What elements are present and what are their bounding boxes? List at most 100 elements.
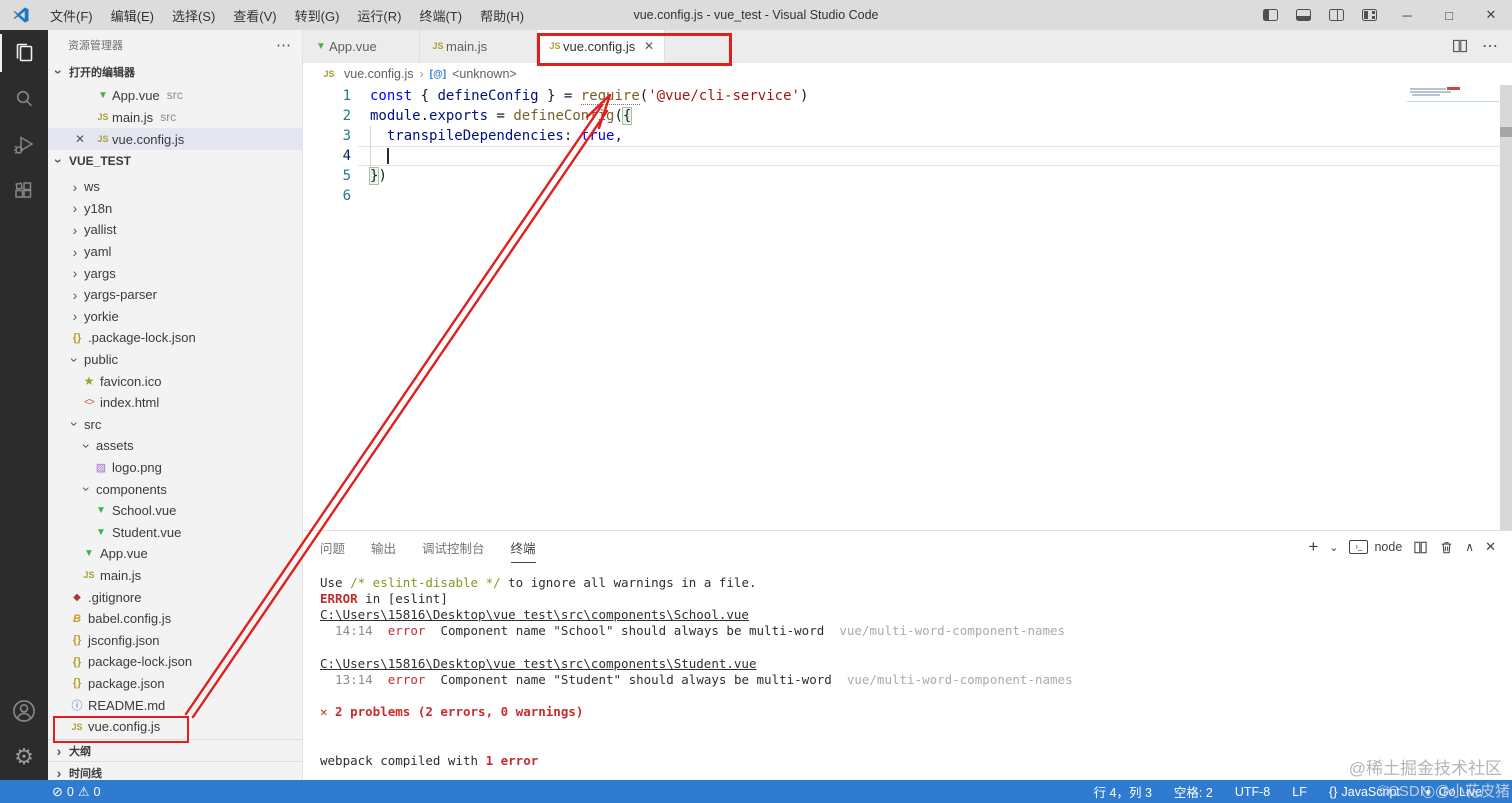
terminal-dropdown-icon[interactable]: ⌄ bbox=[1329, 541, 1338, 554]
tree-item[interactable]: {} package.json bbox=[48, 673, 302, 695]
chevron-down-icon: › bbox=[79, 443, 95, 449]
panel-tab-调试控制台[interactable]: 调试控制台 bbox=[422, 532, 485, 563]
maximize-panel-icon[interactable]: ∧ bbox=[1465, 540, 1474, 554]
menu-item[interactable]: 终端(T) bbox=[410, 9, 471, 24]
chevron-down-icon: › bbox=[51, 158, 67, 164]
tree-item[interactable]: ◆ .gitignore bbox=[48, 586, 302, 608]
new-terminal-icon[interactable]: + bbox=[1308, 537, 1318, 557]
tree-item[interactable]: › src bbox=[48, 414, 302, 436]
tree-item[interactable]: ▼ App.vue bbox=[48, 543, 302, 565]
close-icon[interactable]: ✕ bbox=[75, 132, 94, 146]
breadcrumb-symbol[interactable]: <unknown> bbox=[452, 67, 517, 81]
symbol-module-icon: [@] bbox=[429, 68, 447, 80]
chevron-right-icon: › bbox=[72, 243, 78, 260]
tree-item[interactable]: {} jsconfig.json bbox=[48, 629, 302, 651]
tree-item[interactable]: ▨ logo.png bbox=[48, 457, 302, 479]
tree-item[interactable]: › public bbox=[48, 349, 302, 371]
panel-tab-问题[interactable]: 问题 bbox=[320, 532, 345, 563]
menu-item[interactable]: 选择(S) bbox=[163, 9, 224, 24]
menu-item[interactable]: 文件(F) bbox=[41, 9, 102, 24]
toggle-panel-icon[interactable] bbox=[1296, 9, 1311, 21]
close-icon[interactable]: ✕ bbox=[644, 39, 654, 53]
terminal-output[interactable]: Use /* eslint-disable */ to ignore all w… bbox=[303, 563, 1512, 780]
tree-item[interactable]: ▼ School.vue bbox=[48, 500, 302, 522]
menu-item[interactable]: 运行(R) bbox=[348, 9, 410, 24]
tree-item[interactable]: › y18n bbox=[48, 198, 302, 220]
workspace-section[interactable]: › VUE_TEST bbox=[48, 150, 302, 172]
panel-tab-终端[interactable]: 终端 bbox=[510, 532, 536, 563]
minimize-button[interactable]: ─ bbox=[1386, 0, 1428, 30]
tree-item[interactable]: <> index.html bbox=[48, 392, 302, 414]
tree-item-label: package-lock.json bbox=[88, 654, 193, 670]
sidebar-section-大纲[interactable]: › 大纲 bbox=[48, 739, 302, 761]
customize-layout-icon[interactable] bbox=[1362, 9, 1377, 21]
menu-item[interactable]: 查看(V) bbox=[224, 9, 285, 24]
split-editor-icon[interactable] bbox=[1452, 38, 1468, 54]
menu-item[interactable]: 转到(G) bbox=[286, 9, 349, 24]
tree-item[interactable]: {} package-lock.json bbox=[48, 651, 302, 673]
status-item[interactable]: {} JavaScript bbox=[1329, 784, 1400, 799]
terminal-line: C:\Users\15816\Desktop\vue test\src\comp… bbox=[320, 607, 1512, 623]
tree-item[interactable]: JS main.js bbox=[48, 565, 302, 587]
tree-item[interactable]: › yallist bbox=[48, 219, 302, 241]
panel-tab-输出[interactable]: 输出 bbox=[371, 532, 396, 563]
status-item[interactable]: ⦿ Go Live bbox=[1422, 782, 1482, 801]
sidebar-section-时间线[interactable]: › 时间线 bbox=[48, 761, 302, 780]
explorer-more-actions-icon[interactable]: ⋯ bbox=[276, 36, 292, 54]
close-button[interactable]: ✕ bbox=[1470, 0, 1512, 30]
tree-item[interactable]: › yorkie bbox=[48, 306, 302, 328]
toggle-sidebar-icon[interactable] bbox=[1263, 9, 1278, 21]
tree-item[interactable]: {} .package-lock.json bbox=[48, 327, 302, 349]
status-item[interactable]: UTF-8 bbox=[1235, 785, 1270, 799]
settings-gear-icon[interactable]: ⚙ bbox=[0, 734, 48, 780]
breadcrumb[interactable]: JS vue.config.js › [@] <unknown> bbox=[303, 63, 1512, 85]
close-panel-icon[interactable]: ✕ bbox=[1485, 539, 1496, 555]
explorer-icon[interactable] bbox=[0, 30, 48, 76]
menu-item[interactable]: 帮助(H) bbox=[471, 9, 533, 24]
account-icon[interactable] bbox=[0, 688, 48, 734]
tree-item[interactable]: ▼ Student.vue bbox=[48, 522, 302, 544]
tree-item-label: .package-lock.json bbox=[88, 330, 196, 346]
tree-item[interactable]: › ws bbox=[48, 176, 302, 198]
problems-status[interactable]: ⊘ 0 ⚠ 0 bbox=[52, 784, 100, 800]
editor-scrollbar[interactable] bbox=[1500, 85, 1512, 530]
open-editor-item[interactable]: ▼ App.vue src bbox=[48, 84, 302, 106]
breadcrumb-file[interactable]: vue.config.js bbox=[344, 67, 413, 81]
tree-item[interactable]: Bbabel.config.js bbox=[48, 608, 302, 630]
kill-terminal-trash-icon[interactable] bbox=[1439, 540, 1454, 555]
editor-tab-App.vue[interactable]: ▼ App.vue bbox=[303, 30, 420, 62]
open-editor-item[interactable]: JS main.js src bbox=[48, 106, 302, 128]
code-editor[interactable]: 1 2 3 4 5 6 const { defineConfig } = require(… bbox=[303, 85, 1512, 530]
tree-item[interactable]: ⓘ README.md bbox=[48, 694, 302, 716]
editor-tab-main.js[interactable]: JS main.js bbox=[420, 30, 537, 62]
run-and-debug-icon[interactable] bbox=[0, 122, 48, 168]
js-file-icon: JS bbox=[549, 41, 561, 51]
extensions-icon[interactable] bbox=[0, 168, 48, 214]
terminal-file-link[interactable]: C:\Users\15816\Desktop\vue test\src\comp… bbox=[320, 607, 749, 622]
split-editor-layout-icon[interactable] bbox=[1329, 9, 1344, 21]
minimap[interactable] bbox=[1407, 86, 1503, 106]
maximize-button[interactable]: □ bbox=[1428, 0, 1470, 30]
tree-item-label: yallist bbox=[84, 222, 117, 238]
tree-item[interactable]: › yaml bbox=[48, 241, 302, 263]
warning-triangle-icon: ⚠ bbox=[77, 783, 90, 799]
editor-tab-vue.config.js[interactable]: JS vue.config.js ✕ bbox=[537, 30, 665, 63]
status-item[interactable]: 行 4，列 3 bbox=[1094, 782, 1152, 801]
split-terminal-icon[interactable] bbox=[1413, 540, 1428, 555]
editor-more-actions-icon[interactable]: ⋯ bbox=[1482, 36, 1498, 56]
tree-item[interactable]: › yargs-parser bbox=[48, 284, 302, 306]
terminal-instance-label[interactable]: node bbox=[1374, 540, 1402, 554]
tree-item[interactable]: › yargs bbox=[48, 262, 302, 284]
bottom-panel: 问题 输出 调试控制台 终端 + ⌄ ›_ node ∧ ✕ Use /* es… bbox=[303, 530, 1512, 780]
open-editor-item[interactable]: ✕ JS vue.config.js bbox=[48, 128, 302, 150]
open-editors-section[interactable]: › 打开的编辑器 bbox=[48, 60, 302, 84]
tree-item[interactable]: › assets bbox=[48, 435, 302, 457]
terminal-file-link[interactable]: C:\Users\15816\Desktop\vue test\src\comp… bbox=[320, 656, 757, 671]
search-icon[interactable] bbox=[0, 76, 48, 122]
tree-item[interactable]: › components bbox=[48, 478, 302, 500]
status-item[interactable]: 空格: 2 bbox=[1174, 782, 1213, 801]
tree-item[interactable]: JS vue.config.js bbox=[48, 716, 302, 738]
menu-item[interactable]: 编辑(E) bbox=[102, 9, 163, 24]
tree-item[interactable]: ★ favicon.ico bbox=[48, 370, 302, 392]
status-item[interactable]: LF bbox=[1292, 785, 1307, 799]
